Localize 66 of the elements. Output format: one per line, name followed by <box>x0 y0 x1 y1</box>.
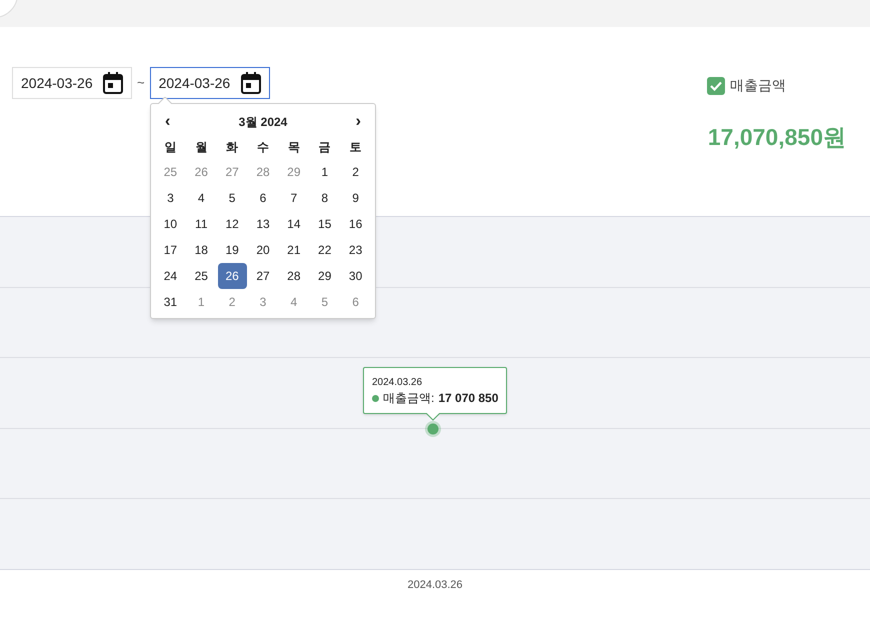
calendar-day[interactable]: 1 <box>186 289 216 315</box>
calendar-day[interactable]: 11 <box>186 211 216 237</box>
calendar-day[interactable]: 25 <box>186 263 216 289</box>
calendar-icon <box>103 72 123 94</box>
calendar-day[interactable]: 6 <box>248 185 278 211</box>
tooltip-date: 2024.03.26 <box>372 377 424 389</box>
calendar-day[interactable]: 31 <box>156 289 185 315</box>
x-axis-label: 2024.03.26 <box>407 578 463 593</box>
calendar-day[interactable]: 1 <box>310 159 340 185</box>
calendar-day[interactable]: 2 <box>341 159 370 185</box>
tooltip-label: 매출금액: <box>383 390 434 407</box>
calendar-day[interactable]: 23 <box>341 237 370 263</box>
start-date-field[interactable]: 2024-03-26 <box>12 67 132 99</box>
calendar-day[interactable]: 17 <box>156 237 185 263</box>
calendar-day[interactable]: 28 <box>279 263 308 289</box>
calendar-day[interactable]: 16 <box>341 211 370 237</box>
weekday-label: 수 <box>256 139 270 156</box>
calendar-day[interactable]: 7 <box>279 185 308 211</box>
weekday-label: 토 <box>348 139 363 156</box>
weekday-label: 금 <box>318 139 332 156</box>
check-icon <box>710 80 722 90</box>
previous-month-button[interactable]: ‹ <box>165 114 170 130</box>
calendar-day[interactable]: 13 <box>248 211 278 237</box>
calendar-day[interactable]: 22 <box>310 237 340 263</box>
calendar-day[interactable]: 4 <box>186 185 216 211</box>
calendar-day[interactable]: 3 <box>248 289 278 315</box>
calendar-day[interactable]: 9 <box>341 185 370 211</box>
end-date-field[interactable]: 2024-03-26 <box>150 67 270 99</box>
legend-checkbox[interactable] <box>707 76 725 94</box>
month-title: 3월 2024 <box>238 114 288 131</box>
calendar-day[interactable]: 8 <box>310 185 340 211</box>
calendar-day[interactable]: 21 <box>279 237 308 263</box>
calendar-day[interactable]: 12 <box>218 211 247 237</box>
weekday-label: 화 <box>225 139 240 156</box>
calendar-day[interactable]: 20 <box>248 237 278 263</box>
calendar-icon <box>240 72 261 94</box>
calendar-day[interactable]: 26 <box>186 159 216 185</box>
calendar-day[interactable]: 5 <box>310 289 340 315</box>
calendar-day[interactable]: 27 <box>218 159 247 185</box>
calendar-day[interactable]: 15 <box>310 211 340 237</box>
data-point <box>424 420 442 438</box>
calendar-day[interactable]: 25 <box>156 159 185 185</box>
calendar-day[interactable]: 27 <box>248 263 278 289</box>
calendar-day[interactable]: 10 <box>156 211 185 237</box>
weekday-label: 일 <box>163 139 178 156</box>
calendar-day[interactable]: 24 <box>156 263 185 289</box>
next-month-button[interactable]: › <box>356 114 361 130</box>
calendar-day[interactable]: 14 <box>279 211 308 237</box>
calendar-day[interactable]: 19 <box>218 237 247 263</box>
calendar-day[interactable]: 29 <box>310 263 340 289</box>
calendar-day[interactable]: 18 <box>186 237 216 263</box>
calendar-day[interactable]: 2 <box>218 289 247 315</box>
calendar-day[interactable]: 29 <box>279 159 308 185</box>
calendar-day[interactable]: 3 <box>156 185 185 211</box>
tooltip-value: 17 070 850 <box>438 390 498 407</box>
total-amount: 17,070,850원 <box>708 123 846 152</box>
calendar-day[interactable]: 6 <box>341 289 370 315</box>
calendar-day[interactable]: 5 <box>218 185 247 211</box>
weekday-label: 월 <box>194 139 208 156</box>
calendar-day[interactable]: 30 <box>341 263 370 289</box>
weekday-label: 목 <box>286 139 301 156</box>
calendar-day[interactable]: 28 <box>248 159 278 185</box>
calendar-day[interactable]: 4 <box>279 289 308 315</box>
range-separator: ~ <box>137 74 145 92</box>
legend-label: 매출금액 <box>730 76 786 95</box>
calendar-day[interactable]: 26 <box>218 263 247 289</box>
